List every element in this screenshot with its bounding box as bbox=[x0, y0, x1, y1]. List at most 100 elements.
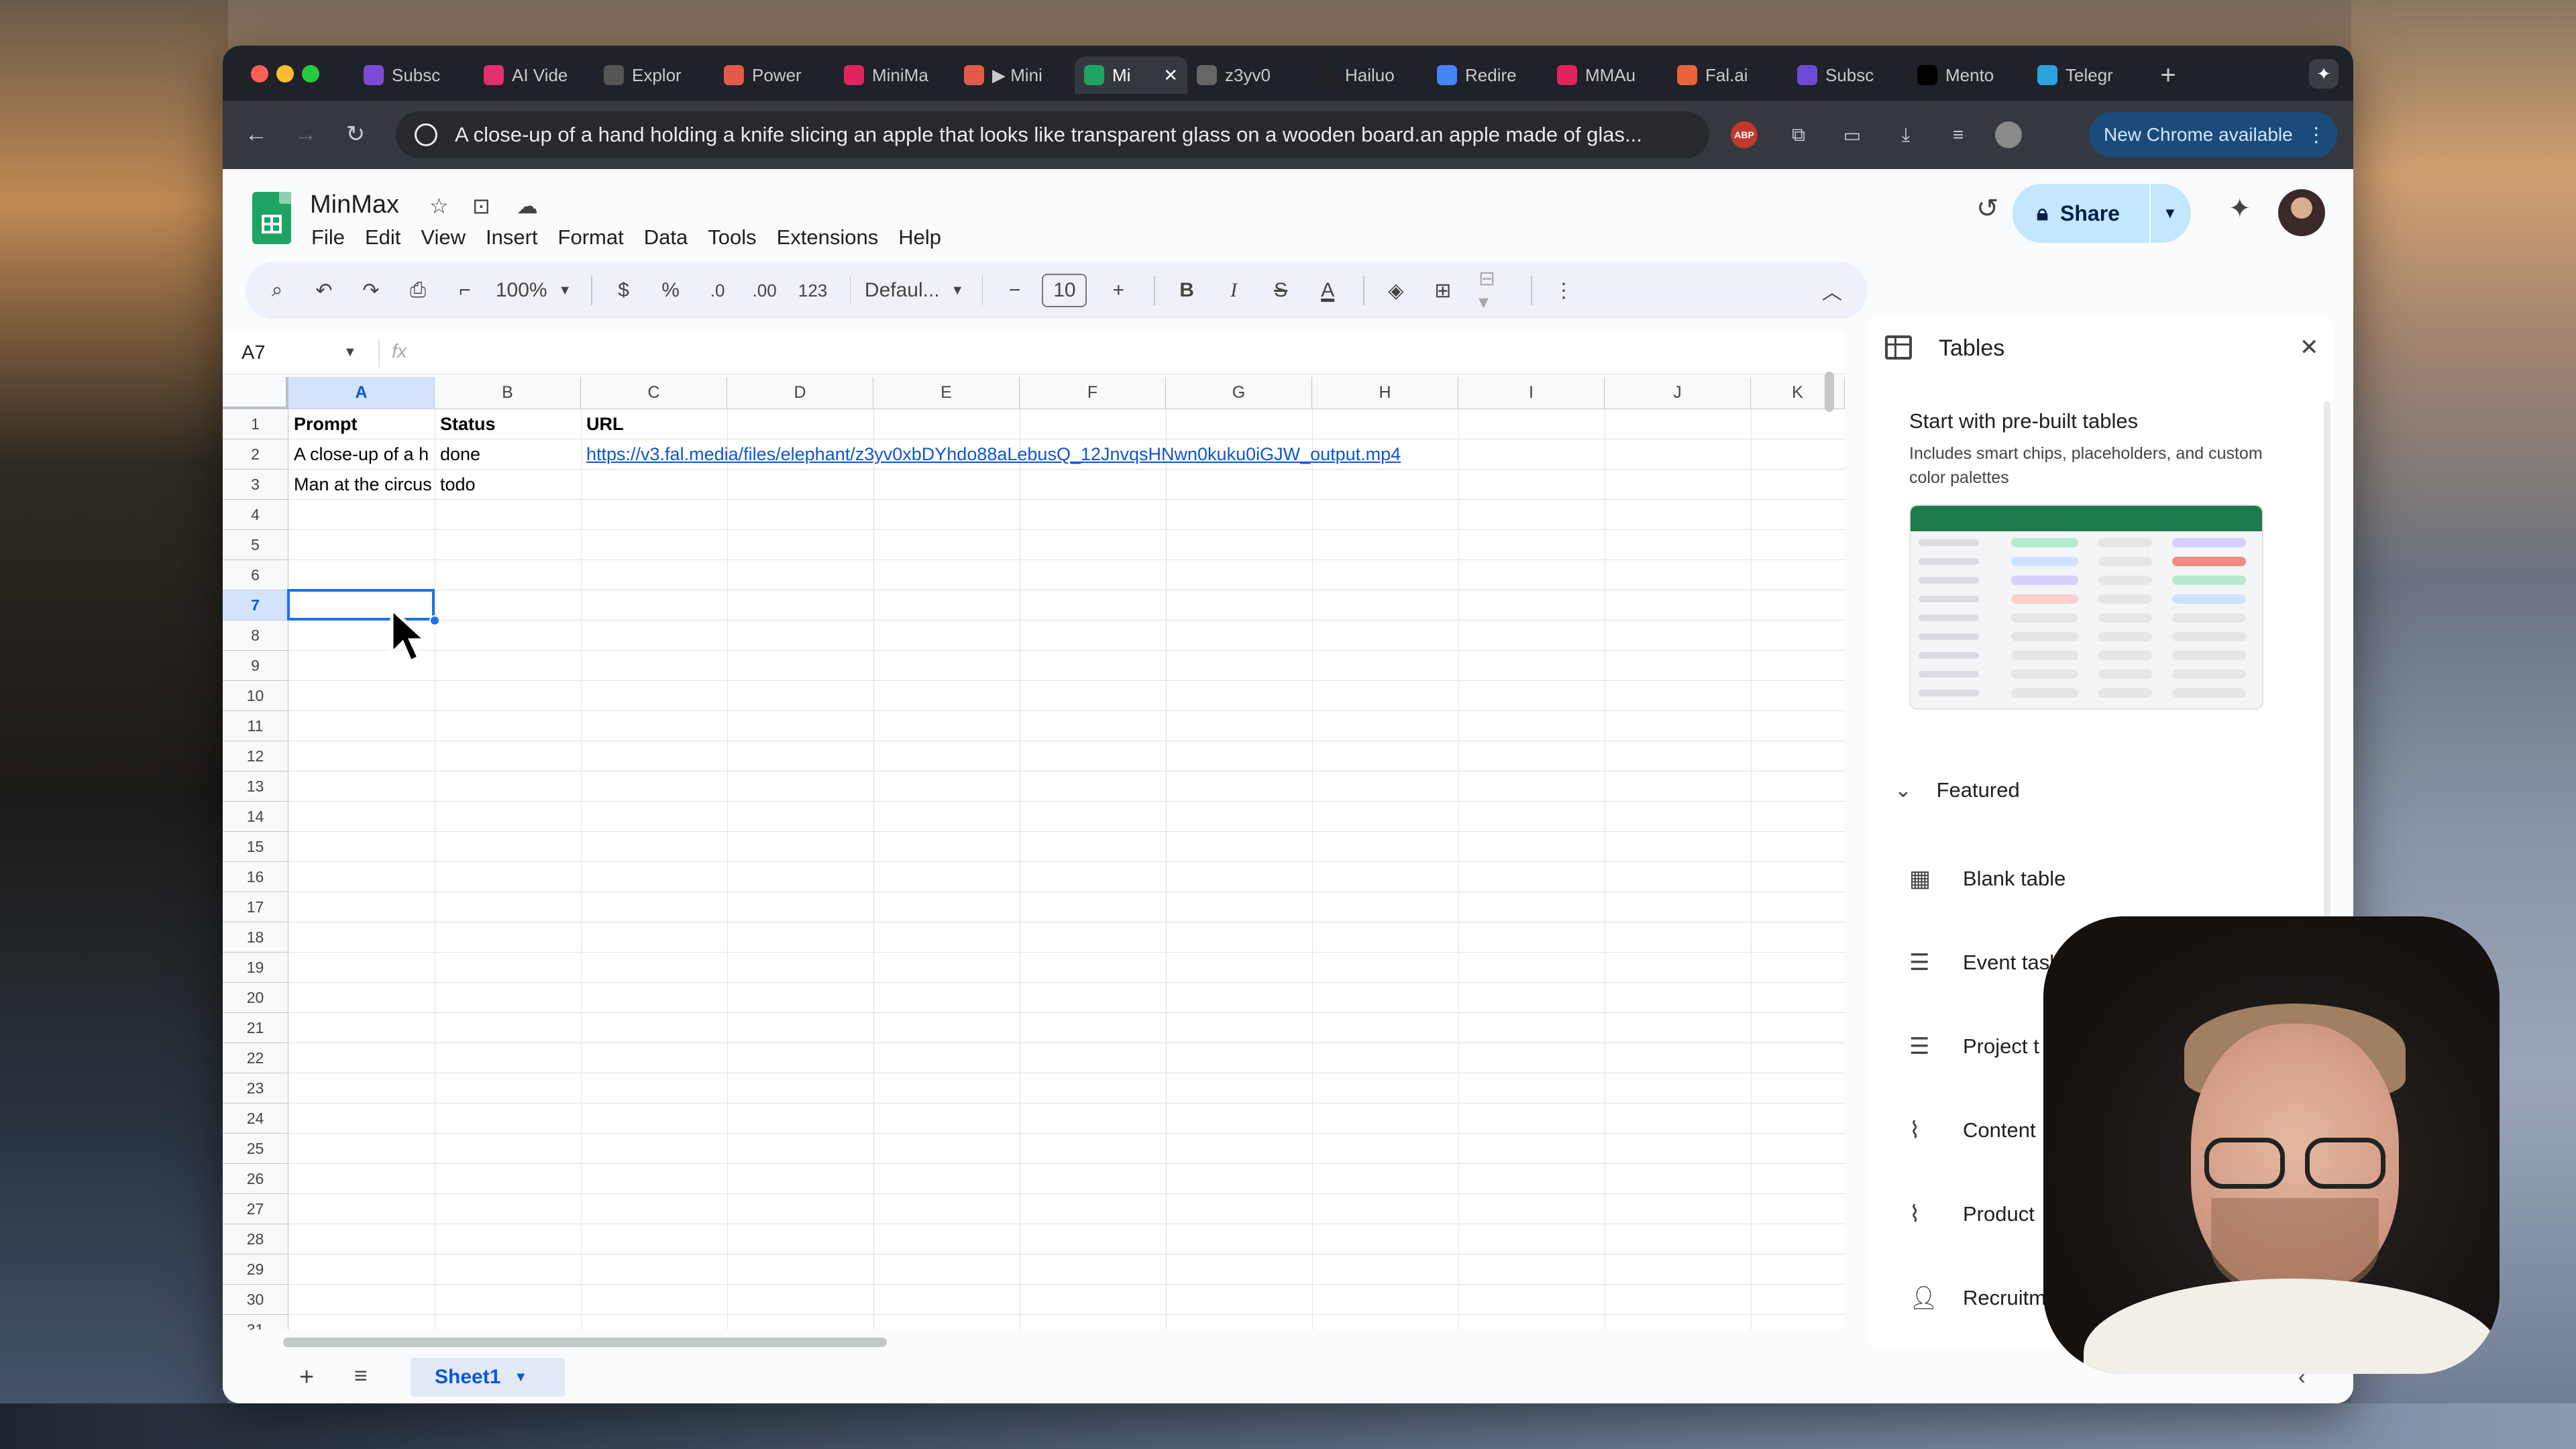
row-header[interactable]: 17 bbox=[223, 892, 288, 922]
cell-link[interactable]: https://v3.fal.media/files/elephant/z3yv… bbox=[581, 439, 1520, 470]
row-header[interactable]: 15 bbox=[223, 832, 288, 862]
add-sheet-button[interactable]: + bbox=[299, 1363, 314, 1392]
row-header[interactable]: 1 bbox=[223, 409, 288, 439]
chevron-down-icon[interactable]: ▼ bbox=[343, 345, 357, 360]
row-header[interactable]: 25 bbox=[223, 1134, 288, 1164]
column-header[interactable]: B bbox=[435, 377, 581, 409]
row-header[interactable]: 23 bbox=[223, 1073, 288, 1104]
more-formats-button[interactable]: 123 bbox=[798, 280, 827, 301]
menu-item-edit[interactable]: Edit bbox=[365, 225, 400, 250]
row-header[interactable]: 5 bbox=[223, 530, 288, 560]
cell[interactable]: URL bbox=[581, 409, 726, 439]
doc-title[interactable]: MinMax bbox=[310, 191, 399, 219]
cell[interactable]: A close-up of a h bbox=[288, 439, 433, 470]
update-chrome-button[interactable]: New Chrome available ⋮ bbox=[2089, 112, 2337, 158]
row-header[interactable]: 31 bbox=[223, 1315, 288, 1330]
decrease-font-size-button[interactable]: − bbox=[1003, 279, 1026, 302]
row-header[interactable]: 16 bbox=[223, 862, 288, 892]
address-bar[interactable]: A close-up of a hand holding a knife sli… bbox=[396, 111, 1709, 158]
cell[interactable]: todo bbox=[435, 470, 580, 500]
print-icon[interactable]: ⎙ bbox=[407, 279, 429, 302]
cell[interactable]: Status bbox=[435, 409, 580, 439]
panel-scrollbar[interactable] bbox=[2324, 401, 2330, 965]
cloud-status-icon[interactable]: ☁ bbox=[517, 193, 538, 219]
paint-format-icon[interactable]: ⌐ bbox=[453, 279, 476, 302]
strikethrough-button[interactable]: S bbox=[1269, 279, 1292, 302]
borders-icon[interactable]: ⊞ bbox=[1432, 279, 1454, 303]
menu-item-data[interactable]: Data bbox=[644, 225, 688, 250]
menu-item-format[interactable]: Format bbox=[558, 225, 624, 250]
row-header[interactable]: 20 bbox=[223, 983, 288, 1013]
fill-color-icon[interactable]: ◈ bbox=[1385, 279, 1407, 303]
collapse-toolbar-icon[interactable]: ︿ bbox=[1821, 276, 1843, 305]
browser-tab[interactable]: Explor bbox=[594, 56, 714, 94]
close-window-button[interactable] bbox=[251, 65, 268, 83]
more-options-icon[interactable]: ⋮ bbox=[1552, 279, 1575, 303]
table-template-item[interactable]: ▦ Blank table bbox=[1909, 865, 2065, 892]
row-header[interactable]: 9 bbox=[223, 651, 288, 681]
close-tab-icon[interactable]: ✕ bbox=[1163, 65, 1178, 86]
menu-item-tools[interactable]: Tools bbox=[708, 225, 756, 250]
table-template-preview[interactable] bbox=[1909, 504, 2263, 710]
row-header[interactable]: 4 bbox=[223, 500, 288, 530]
menu-item-insert[interactable]: Insert bbox=[486, 225, 538, 250]
column-header[interactable]: A bbox=[288, 377, 435, 409]
featured-section-toggle[interactable]: ⌄ Featured bbox=[1894, 778, 2020, 802]
font-select[interactable]: Defaul... ▼ bbox=[865, 279, 964, 302]
row-header[interactable]: 3 bbox=[223, 470, 288, 500]
star-icon[interactable]: ☆ bbox=[429, 193, 449, 219]
row-header[interactable]: 12 bbox=[223, 741, 288, 771]
menu-item-view[interactable]: View bbox=[421, 225, 466, 250]
reload-icon[interactable]: ↻ bbox=[338, 117, 373, 152]
browser-tab[interactable]: Mento bbox=[1908, 56, 2028, 94]
browser-tab[interactable]: MiniMa bbox=[835, 56, 955, 94]
sheets-logo-icon[interactable] bbox=[252, 192, 291, 244]
cell[interactable]: done bbox=[435, 439, 580, 470]
horizontal-scrollbar[interactable] bbox=[283, 1338, 887, 1347]
row-header[interactable]: 10 bbox=[223, 681, 288, 711]
row-header[interactable]: 24 bbox=[223, 1104, 288, 1134]
table-template-item[interactable]: 👤︎ Recruitm bbox=[1909, 1285, 2046, 1311]
browser-tab[interactable]: Hailuo bbox=[1307, 56, 1428, 94]
all-sheets-icon[interactable]: ≡ bbox=[354, 1363, 368, 1389]
decrease-decimal-button[interactable]: .0 bbox=[706, 280, 729, 301]
browser-tab[interactable]: Subsc bbox=[354, 56, 474, 94]
maximize-window-button[interactable] bbox=[302, 65, 319, 83]
menu-item-extensions[interactable]: Extensions bbox=[777, 225, 879, 250]
download-icon[interactable]: ⤓ bbox=[1890, 119, 1921, 150]
cell[interactable]: Man at the circus bbox=[288, 470, 433, 500]
currency-format-button[interactable]: $ bbox=[612, 279, 635, 302]
adblock-icon[interactable]: ABP bbox=[1731, 121, 1758, 148]
row-header[interactable]: 7 bbox=[223, 590, 288, 621]
row-header[interactable]: 2 bbox=[223, 439, 288, 470]
text-color-button[interactable]: A bbox=[1316, 279, 1339, 302]
forward-icon[interactable]: → bbox=[288, 117, 323, 152]
menu-item-file[interactable]: File bbox=[311, 225, 345, 250]
increase-decimal-button[interactable]: .00 bbox=[753, 280, 777, 301]
row-header[interactable]: 11 bbox=[223, 711, 288, 741]
bold-button[interactable]: B bbox=[1175, 279, 1198, 302]
column-header[interactable]: G bbox=[1166, 377, 1312, 409]
browser-tab[interactable]: Fal.ai bbox=[1668, 56, 1788, 94]
table-template-item[interactable]: ⌇ Content bbox=[1909, 1117, 2036, 1144]
row-header[interactable]: 22 bbox=[223, 1043, 288, 1073]
table-template-item[interactable]: ⌇ Product bbox=[1909, 1201, 2035, 1228]
profile-avatar[interactable] bbox=[1995, 121, 2022, 148]
merge-cells-icon[interactable]: ⊟ ▾ bbox=[1479, 267, 1507, 314]
zoom-select[interactable]: 100% ▼ bbox=[496, 279, 572, 302]
back-icon[interactable]: ← bbox=[239, 117, 274, 152]
column-header[interactable]: C bbox=[581, 377, 727, 409]
new-tab-button[interactable]: + bbox=[2148, 56, 2188, 94]
column-header[interactable]: F bbox=[1020, 377, 1166, 409]
table-template-item[interactable]: ☰ Event tasks bbox=[1909, 949, 2070, 976]
browser-tab[interactable]: ▶ Mini bbox=[955, 56, 1075, 94]
chevron-down-icon[interactable]: ▼ bbox=[514, 1370, 527, 1385]
extensions-icon[interactable]: ⧉ bbox=[1783, 119, 1814, 150]
name-box[interactable]: A7 bbox=[241, 342, 265, 364]
increase-font-size-button[interactable]: + bbox=[1107, 279, 1130, 302]
percent-format-button[interactable]: % bbox=[659, 279, 682, 302]
undo-icon[interactable]: ↶ bbox=[313, 279, 335, 303]
select-all-corner[interactable] bbox=[223, 377, 288, 409]
row-header[interactable]: 27 bbox=[223, 1194, 288, 1224]
tab-search-icon[interactable]: ✦ bbox=[2309, 59, 2339, 89]
